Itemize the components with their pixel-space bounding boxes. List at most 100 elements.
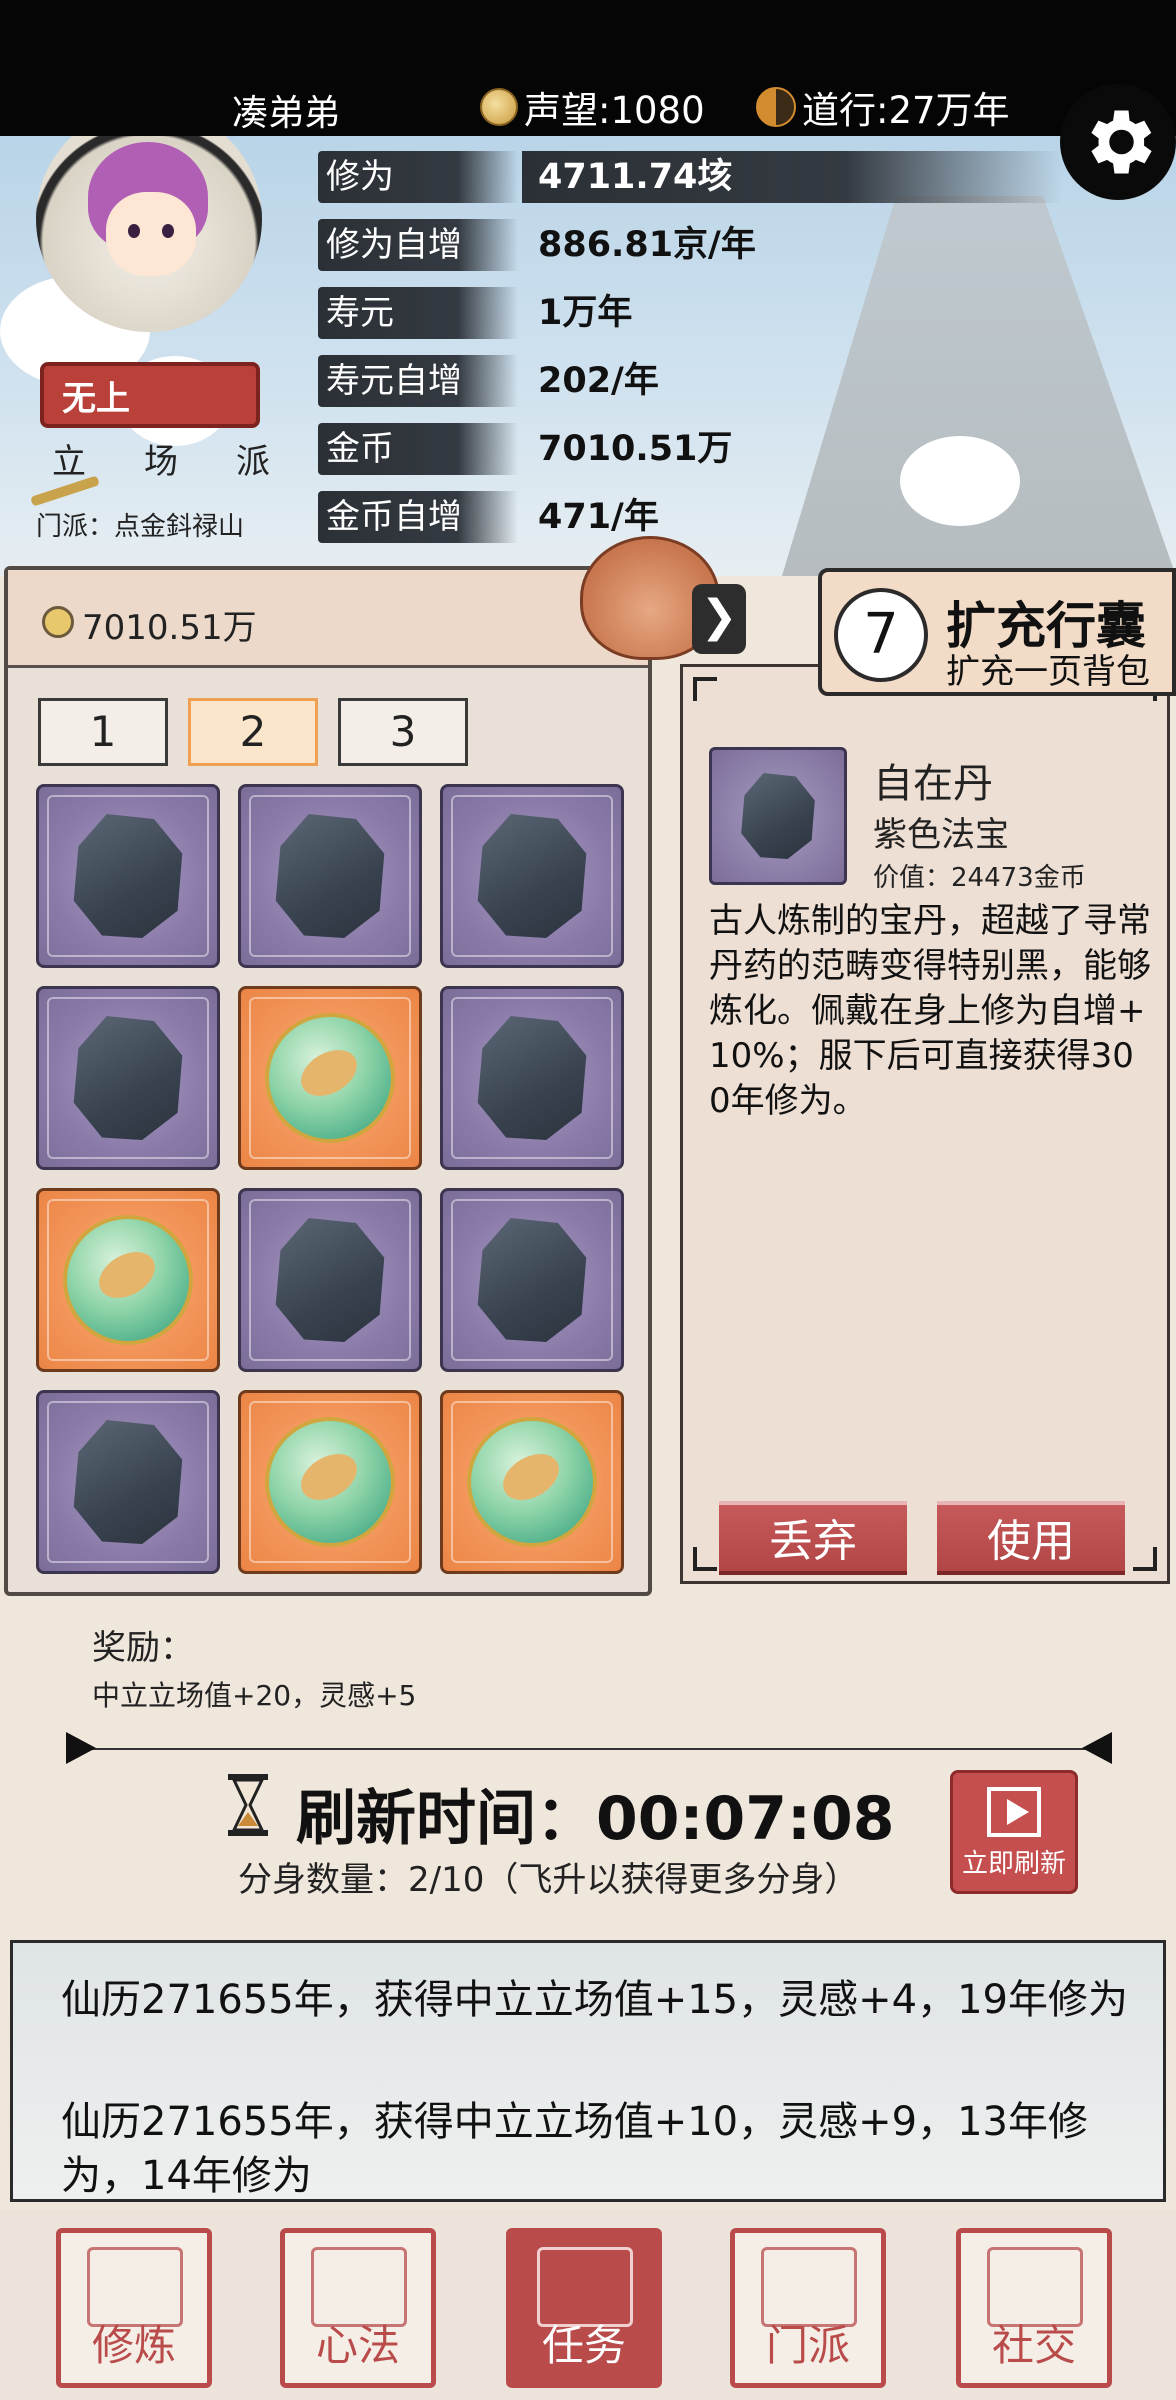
avatar-eye [128,224,140,238]
event-log[interactable]: 仙历271655年，获得中立立场值+15，灵感+4，19年修为 仙历271655… [10,1940,1166,2202]
stat-row-xiuwei: 修为 4711.74垓 [318,148,1062,206]
frame-corner [1133,1547,1157,1571]
clone-count: 分身数量：2/10（飞升以获得更多分身） [238,1860,859,1900]
divider [68,1748,1108,1750]
black-pill-icon [73,1016,183,1140]
item-detail-panel: 自在丹 紫色法宝 价值：24473金币 古人炼制的宝丹，超越了寻常丹药的范畴变得… [680,664,1170,1584]
black-pill-icon [477,814,587,938]
inventory-slot[interactable] [440,1390,624,1574]
expand-bag-button[interactable]: 7 扩充行囊 扩充一页背包 [818,568,1176,696]
stat-label: 修为 [318,151,518,203]
stat-value: 471/年 [538,497,659,537]
nav-mind-method[interactable]: 心法 [280,2228,436,2388]
nav-label: 任务 [541,2321,626,2370]
jade-orb-icon [63,1215,193,1345]
nav-label: 门派 [765,2321,850,2370]
black-pill-icon [477,1218,587,1342]
stat-value: 1万年 [538,293,633,333]
refresh-now-label: 立即刷新 [961,1849,1066,1879]
black-pill-icon [73,814,183,938]
log-entry: 仙历271655年，获得中立立场值+10，灵感+9，13年修为，14年修为 [61,2099,1088,2199]
chevron-right-icon[interactable]: ❯ [692,584,746,654]
reputation-stat: 声望:1080 [480,80,705,134]
discard-button[interactable]: 丢弃 [719,1501,907,1575]
inventory-slot[interactable] [36,1188,220,1372]
nav-label: 心法 [315,2321,400,2370]
rank-badge: 无上 [40,362,260,428]
bag-tab-1[interactable]: 1 [38,698,168,766]
nav-cultivate[interactable]: 修炼 [56,2228,212,2388]
taiji-icon [756,87,796,127]
black-pill-icon [741,773,815,859]
black-pill-icon [73,1420,183,1544]
inventory-slot[interactable] [440,986,624,1170]
coin-icon [42,606,74,638]
stat-label: 金币自增 [318,491,518,543]
triangle-left-icon [1082,1732,1112,1764]
bag-coin-value: 7010.51万 [82,608,257,648]
inventory-slot[interactable] [36,1390,220,1574]
stat-value: 4711.74垓 [522,151,1062,203]
inventory-slot[interactable] [238,784,422,968]
frame-corner [693,1547,717,1571]
item-name: 自在丹 [873,761,993,807]
reputation-text: 声望:1080 [524,89,705,132]
nav-label: 修炼 [91,2321,176,2370]
settings-button[interactable] [1060,84,1176,200]
jade-orb-icon [265,1417,395,1547]
inventory-slot[interactable] [440,1188,624,1372]
daoxing-text: 道行:27万年 [802,89,1010,132]
frame-corner [693,677,717,701]
avatar-eye [162,224,174,238]
player-name: 凑弟弟 [232,93,341,134]
hourglass-icon [228,1774,268,1836]
refresh-now-button[interactable]: 立即刷新 [950,1770,1078,1894]
reward-label: 奖励： [92,1628,194,1668]
jade-orb-icon [467,1417,597,1547]
nav-sect[interactable]: 门派 [730,2228,886,2388]
stat-label: 寿元 [318,287,518,339]
character-header: 无上 立场派 门派：点金鈄禄山 修为 4711.74垓 修为自增 886.81京… [0,136,1176,576]
inventory-slot[interactable] [36,986,220,1170]
gear-icon [1091,110,1152,174]
play-icon [987,1787,1041,1837]
black-pill-icon [275,814,385,938]
item-icon-box [709,747,847,885]
inventory-slot[interactable] [36,784,220,968]
avatar-face [106,192,196,276]
stat-row-gold: 金币 7010.51万 [318,420,732,478]
triangle-right-icon [66,1732,96,1764]
inventory-slot[interactable] [238,986,422,1170]
inventory-slot[interactable] [238,1390,422,1574]
stat-row-lifespan: 寿元 1万年 [318,284,632,342]
sect-label: 门派：点金鈄禄山 [36,512,245,542]
daoxing-stat: 道行:27万年 [756,80,1010,134]
bag-coin-bar: 7010.51万 [8,570,648,668]
stat-value: 7010.51万 [538,429,733,469]
stat-value: 886.81京/年 [538,225,756,265]
nav-social[interactable]: 社交 [956,2228,1112,2388]
inventory-slot[interactable] [238,1188,422,1372]
stat-label: 金币 [318,423,518,475]
stat-row-xiuwei-growth: 修为自增 886.81京/年 [318,216,756,274]
stat-label: 修为自增 [318,219,518,271]
inventory-grid [36,784,624,1574]
use-button[interactable]: 使用 [937,1501,1125,1575]
inventory-slot[interactable] [440,784,624,968]
bottom-nav: 修炼 心法 任务 门派 社交 [0,2210,1176,2400]
stat-label: 寿元自增 [318,355,518,407]
bag-tab-3[interactable]: 3 [338,698,468,766]
reputation-coin-icon [480,88,518,126]
black-pill-icon [477,1016,587,1140]
refresh-time: 刷新时间：00:07:08 [296,1784,895,1854]
jade-orb-icon [265,1013,395,1143]
log-entry: 仙历271655年，获得中立立场值+15，灵感+4，19年修为 [61,1977,1128,2023]
nav-task[interactable]: 任务 [506,2228,662,2388]
expand-subtitle: 扩充一页背包 [946,652,1150,692]
item-type: 紫色法宝 [873,815,1009,855]
stat-row-gold-growth: 金币自增 471/年 [318,488,659,546]
inventory-panel: 7010.51万 1 2 3 [4,566,652,1596]
item-description: 古人炼制的宝丹，超越了寻常丹药的范畴变得特别黑，能够炼化。佩戴在身上修为自增+1… [709,901,1151,1121]
item-value: 价值：24473金币 [873,863,1086,893]
bag-tab-2[interactable]: 2 [188,698,318,766]
